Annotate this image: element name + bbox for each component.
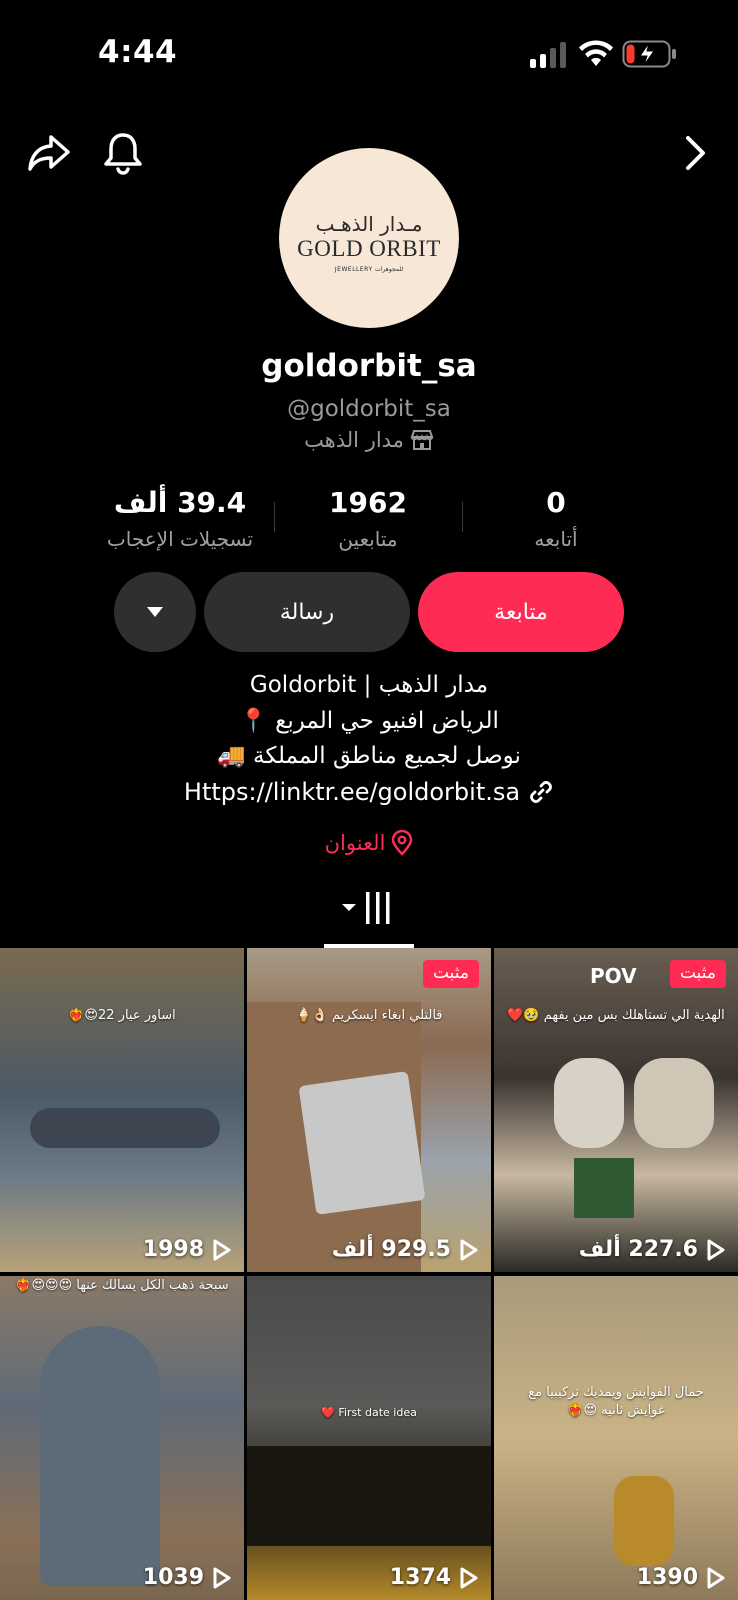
shop-icon	[410, 430, 434, 450]
followers-label: متابعين	[338, 527, 398, 551]
wifi-icon	[579, 40, 613, 66]
store-sign	[247, 1446, 491, 1546]
avatar[interactable]: مـدار الذهـب GOLD ORBIT JEWELLERY للمجوه…	[279, 148, 459, 328]
link-icon	[530, 781, 552, 803]
battery-charging-icon	[622, 40, 676, 68]
view-count-value: 929.5 ألف	[331, 1237, 451, 1262]
play-icon	[460, 1239, 478, 1260]
username-handle: @goldorbit_sa	[287, 396, 451, 422]
necklace-bust	[40, 1326, 160, 1586]
more-options-button[interactable]	[114, 572, 196, 652]
view-count-value: 1374	[389, 1565, 451, 1590]
followers-count: 1962	[329, 486, 407, 519]
view-count: 227.6 ألف	[494, 1237, 738, 1262]
play-icon	[213, 1239, 231, 1260]
play-icon	[707, 1567, 725, 1588]
video-thumbnail-5[interactable]: First date idea ❤️ 1374	[247, 1276, 491, 1600]
bell-icon	[104, 133, 142, 175]
money-bouquet	[298, 1070, 426, 1216]
address-label: العنوان	[324, 831, 386, 855]
notifications-button[interactable]	[98, 128, 148, 178]
share-icon	[28, 135, 70, 171]
view-count-value: 1390	[636, 1565, 698, 1590]
view-count: 1390	[494, 1565, 738, 1590]
pinned-badge: مثبت	[422, 960, 479, 988]
view-count: 1998	[0, 1237, 244, 1262]
share-button[interactable]	[24, 128, 74, 178]
logo-arabic: مـدار الذهـب	[315, 211, 423, 236]
video-caption: قالتلي ابغاء ايسكريم 👌🏻🍦	[295, 1008, 443, 1023]
chevron-right-icon	[686, 136, 705, 170]
view-count: 929.5 ألف	[247, 1237, 491, 1262]
caret-down-icon	[147, 607, 163, 617]
stat-followers[interactable]: 1962 متابعين	[268, 486, 468, 551]
address-link[interactable]: العنوان	[0, 830, 738, 856]
money-roll	[554, 1058, 624, 1148]
play-icon	[460, 1567, 478, 1588]
pinned-badge: مثبت	[669, 960, 726, 988]
signal-icon	[530, 42, 566, 68]
view-count: 1039	[0, 1565, 244, 1590]
bio-line-3: نوصل لجميع مناطق المملكة 🚚	[217, 743, 521, 769]
view-count-value: 1998	[142, 1237, 204, 1262]
message-button[interactable]: رسالة	[204, 572, 410, 652]
video-thumbnail-2[interactable]: مثبت قالتلي ابغاء ايسكريم 👌🏻🍦 929.5 ألف	[247, 948, 491, 1272]
status-time: 4:44	[98, 34, 178, 70]
following-count: 0	[546, 486, 566, 519]
view-count: 1374	[247, 1565, 491, 1590]
logo-english: GOLD ORBIT	[297, 235, 441, 261]
bio-link[interactable]: Https://linktr.ee/goldorbit.sa	[0, 778, 738, 806]
video-caption: سبحة ذهب الكل يسالك عنها 😍😍😍❤️‍🔥	[15, 1278, 229, 1293]
status-bar: 4:44	[0, 0, 738, 100]
video-caption: الهدية الي تستاهلك بس مين يفهم 🥹❤️	[507, 1008, 725, 1023]
gold-bar-box	[574, 1158, 634, 1218]
profile-category[interactable]: مدار الذهب	[0, 428, 738, 452]
video-thumbnail-1[interactable]: اساور عيار 22😍❤️‍🔥 1998	[0, 948, 244, 1272]
follow-button[interactable]: متابعة	[418, 572, 624, 652]
bio-link-text: Https://linktr.ee/goldorbit.sa	[183, 778, 521, 806]
tab-videos[interactable]	[340, 890, 396, 926]
video-caption: First date idea ❤️	[321, 1406, 417, 1419]
location-pin-icon	[392, 830, 413, 856]
video-thumbnail-3[interactable]: POV مثبت الهدية الي تستاهلك بس مين يفهم …	[494, 948, 738, 1272]
video-caption: اساور عيار 22😍❤️‍🔥	[68, 1008, 176, 1023]
money-roll	[634, 1058, 714, 1148]
view-count-value: 227.6 ألف	[578, 1237, 698, 1262]
bangles	[614, 1476, 674, 1566]
display-stand	[30, 1108, 220, 1148]
view-count-value: 1039	[142, 1565, 204, 1590]
stat-likes[interactable]: 39.4 ألف تسجيلات الإعجاب	[80, 486, 280, 551]
video-grid: اساور عيار 22😍❤️‍🔥 1998 مثبت قالتلي ابغا…	[0, 948, 738, 1600]
forward-button[interactable]	[676, 128, 716, 178]
video-thumbnail-4[interactable]: سبحة ذهب الكل يسالك عنها 😍😍😍❤️‍🔥 1039	[0, 1276, 244, 1600]
likes-label: تسجيلات الإعجاب	[106, 527, 254, 551]
following-label: أتابعه	[534, 527, 578, 551]
grid-icon	[342, 892, 390, 924]
display-name: goldorbit_sa	[261, 348, 477, 384]
play-icon	[707, 1239, 725, 1260]
logo-subtitle: JEWELLERY للمجوهرات	[334, 265, 404, 273]
pov-overlay: POV	[590, 964, 637, 988]
category-label: مدار الذهب	[304, 428, 404, 452]
stat-following[interactable]: 0 أتابعه	[456, 486, 656, 551]
play-icon	[213, 1567, 231, 1588]
video-caption: جمال الفوايش ويمديك تركيبيا مع غوايش ثان…	[528, 1385, 704, 1418]
bio-line-1: مدار الذهب | Goldorbit	[249, 672, 489, 698]
video-thumbnail-6[interactable]: جمال الفوايش ويمديك تركيبيا مع غوايش ثان…	[494, 1276, 738, 1600]
bio-line-2: الرياض افنيو حي المربع 📍	[239, 708, 499, 734]
likes-count: 39.4 ألف	[113, 486, 247, 519]
